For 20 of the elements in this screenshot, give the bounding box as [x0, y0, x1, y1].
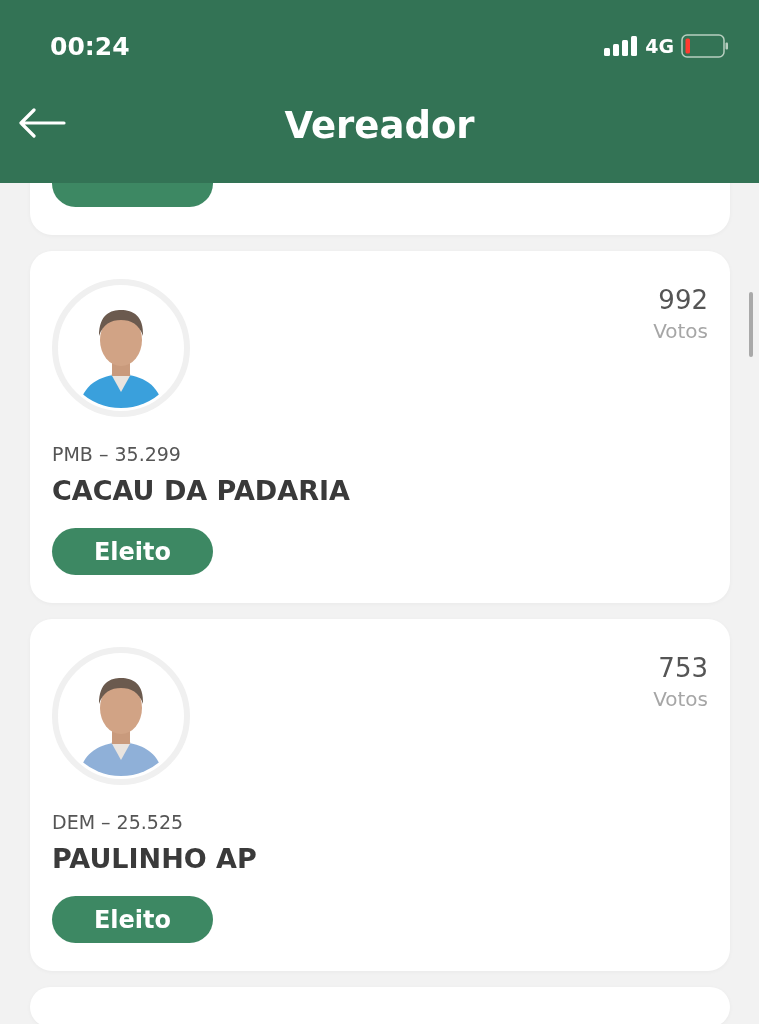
- back-arrow-icon: [18, 108, 66, 138]
- candidate-name: PAULINHO AP: [52, 843, 257, 874]
- vote-count: 992: [658, 285, 708, 315]
- candidate-card[interactable]: 753 Votos DEM – 25.525 PAULINHO AP Eleito: [30, 619, 730, 971]
- status-badge: Eleito: [52, 528, 213, 575]
- party-number: DEM – 25.525: [52, 811, 184, 833]
- back-button[interactable]: [18, 108, 66, 138]
- vote-label: Votos: [653, 687, 708, 711]
- vote-count: 753: [658, 653, 708, 683]
- scroll-bar: [749, 292, 753, 357]
- signal-icon: [604, 36, 639, 56]
- candidate-card[interactable]: 992 Votos PMB – 35.299 CACAU DA PADARIA Eleito: [30, 251, 730, 603]
- status-badge: Eleito: [52, 896, 213, 943]
- page-title: Vereador: [284, 103, 475, 147]
- party-number: PMB – 35.299: [52, 443, 181, 465]
- vote-label: Votos: [653, 319, 708, 343]
- status-time: 00:24: [50, 31, 130, 61]
- candidate-name: CACAU DA PADARIA: [52, 475, 350, 506]
- battery-icon: [681, 34, 729, 58]
- network-type: 4G: [645, 35, 674, 57]
